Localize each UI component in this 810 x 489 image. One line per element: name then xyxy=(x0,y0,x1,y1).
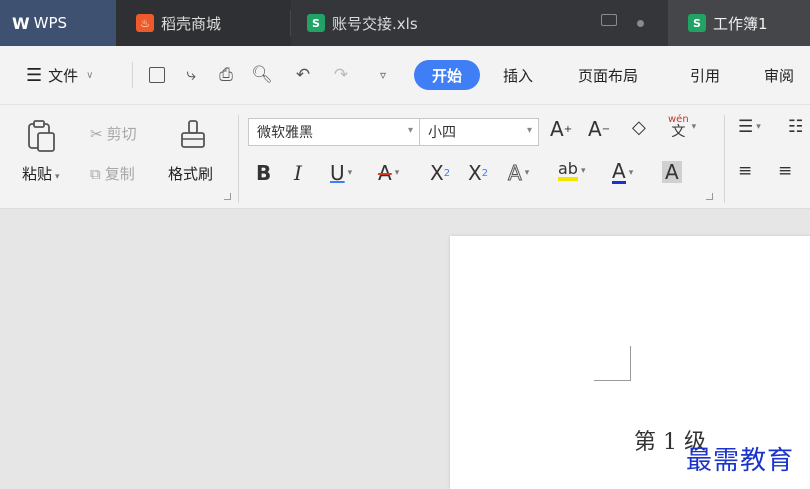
strikethrough-icon[interactable]: A ▾ xyxy=(378,161,399,185)
tab-insert[interactable]: 插入 xyxy=(503,46,533,104)
print-preview-icon[interactable]: 🔍︎ xyxy=(250,64,274,86)
grow-font-icon[interactable]: A + xyxy=(550,117,572,141)
ribbon-toolbar: 粘贴 ▾ ✂ 剪切 ⧉ 复制 格式刷 微软雅黑 ▾ 小四 ▾ A + A − ◇ wén 文… xyxy=(0,105,810,209)
ribbon-divider xyxy=(238,115,239,203)
copy-label: 复制 xyxy=(104,165,135,183)
tab-review[interactable]: 审阅 xyxy=(764,46,794,104)
phonetic-guide-icon[interactable]: wén 文 ▾ xyxy=(668,115,697,140)
chevron-down-icon: ▾ xyxy=(580,166,586,176)
tab-doc2-label: 工作簿1 xyxy=(713,14,768,33)
daoke-flame-icon: ♨ xyxy=(136,14,154,32)
export-pdf-icon[interactable]: ⤷ xyxy=(180,64,202,86)
menu-divider xyxy=(132,62,133,88)
hamburger-icon: ☰ xyxy=(26,64,43,86)
chevron-down-icon: ▾ xyxy=(524,168,530,178)
shrink-font-icon[interactable]: A − xyxy=(588,117,610,141)
watermark-logo: 最需教育 xyxy=(686,446,795,476)
cut-button[interactable]: ✂ 剪切 xyxy=(90,123,137,144)
font-name-select[interactable]: 微软雅黑 ▾ xyxy=(248,118,420,146)
spreadsheet-icon: S xyxy=(688,14,706,32)
tab-document-1[interactable]: S 账号交接.xls xyxy=(291,0,668,46)
save-icon[interactable] xyxy=(146,64,168,86)
chevron-down-icon: ▾ xyxy=(55,172,60,182)
character-shading-icon[interactable]: A xyxy=(662,161,682,183)
cut-label: 剪切 xyxy=(106,125,137,143)
bullet-list-icon[interactable]: ☰ ▾ xyxy=(738,117,761,137)
tab-wps-label: WPS xyxy=(33,14,68,32)
undo-icon[interactable]: ↶ xyxy=(292,64,314,86)
copy-icon: ⧉ xyxy=(90,165,101,183)
bold-icon[interactable]: B xyxy=(256,161,271,185)
tab-document-2[interactable]: S 工作簿1 xyxy=(668,0,810,46)
highlight-icon[interactable]: ab ▾ xyxy=(558,161,586,181)
chevron-down-icon: ▾ xyxy=(526,125,532,136)
tab-start[interactable]: 开始 xyxy=(414,60,480,90)
scissors-icon: ✂ xyxy=(90,125,103,143)
redo-icon[interactable]: ↷ xyxy=(330,64,352,86)
font-size-value: 小四 xyxy=(428,125,456,141)
align-center-icon[interactable]: ≡ xyxy=(778,161,792,181)
font-name-value: 微软雅黑 xyxy=(257,125,313,141)
file-menu[interactable]: ☰ 文件 ∨ xyxy=(26,46,93,104)
tab-daoke-label: 稻壳商城 xyxy=(161,14,222,33)
unsaved-dot-icon xyxy=(637,20,644,27)
tab-references[interactable]: 引用 xyxy=(690,46,720,104)
chevron-down-icon: ▾ xyxy=(394,168,400,178)
tab-page-layout[interactable]: 页面布局 xyxy=(578,46,638,104)
font-color-icon[interactable]: A ▾ xyxy=(612,161,633,184)
margin-corner-mark xyxy=(594,346,631,381)
chevron-down-icon: ▾ xyxy=(756,122,761,132)
print-icon[interactable]: ⎙ xyxy=(214,64,238,86)
superscript-icon[interactable]: X2 xyxy=(430,161,450,185)
text-effects-icon[interactable]: A ▾ xyxy=(508,161,530,186)
chevron-down-icon: ∨ xyxy=(86,69,94,81)
font-size-select[interactable]: 小四 ▾ xyxy=(419,118,539,146)
align-left-icon[interactable]: ≡ xyxy=(738,161,752,181)
chevron-down-icon: ▾ xyxy=(628,167,634,178)
numbered-list-icon[interactable]: ☷ xyxy=(788,117,803,137)
subscript-icon[interactable]: X2 xyxy=(468,161,488,185)
underline-icon[interactable]: U ▾ xyxy=(330,161,352,185)
format-painter-icon[interactable] xyxy=(178,119,208,151)
chevron-down-icon: ▾ xyxy=(691,122,697,132)
italic-icon[interactable]: I xyxy=(294,161,302,185)
paste-icon[interactable] xyxy=(24,119,60,155)
chevron-down-icon: ▾ xyxy=(347,168,353,178)
ribbon-divider xyxy=(724,115,725,203)
format-painter-button[interactable]: 格式刷 xyxy=(168,163,213,184)
monitor-icon[interactable] xyxy=(601,14,617,26)
copy-button[interactable]: ⧉ 复制 xyxy=(90,163,135,184)
spreadsheet-icon: S xyxy=(307,14,325,32)
tab-doc1-label: 账号交接.xls xyxy=(332,14,418,33)
font-dialog-launcher[interactable] xyxy=(706,193,713,200)
wps-logo-icon: W xyxy=(12,13,30,33)
customize-toolbar-icon[interactable]: ▿ xyxy=(372,64,394,86)
clear-format-icon[interactable]: ◇ xyxy=(632,117,646,138)
tab-wps-home[interactable]: W WPS xyxy=(0,0,116,46)
paste-button[interactable]: 粘贴 ▾ xyxy=(22,163,60,184)
paste-label: 粘贴 xyxy=(22,165,53,183)
clipboard-dialog-launcher[interactable] xyxy=(224,193,231,200)
title-tab-bar: W WPS ♨ 稻壳商城 S 账号交接.xls S 工作簿1 xyxy=(0,0,810,46)
tab-daoke-store[interactable]: ♨ 稻壳商城 xyxy=(116,0,290,46)
menu-bar: ☰ 文件 ∨ ⤷ ⎙ 🔍︎ ↶ ↷ ▿ 开始 插入 页面布局 引用 审阅 xyxy=(0,46,810,105)
file-menu-label: 文件 xyxy=(48,66,79,85)
chevron-down-icon: ▾ xyxy=(407,125,413,136)
